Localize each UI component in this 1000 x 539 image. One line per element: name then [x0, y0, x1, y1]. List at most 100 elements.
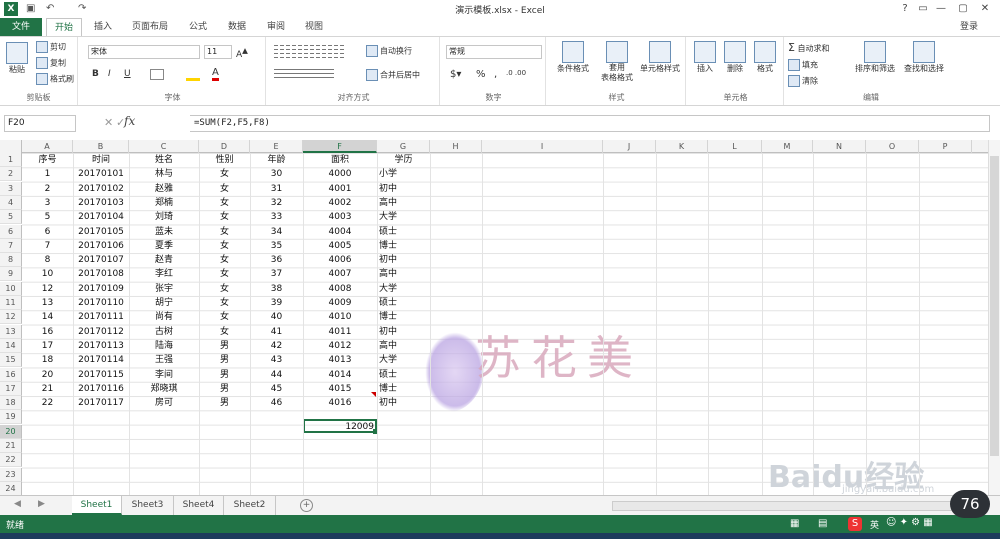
- cell[interactable]: 李红: [129, 267, 199, 281]
- sort-filter-button[interactable]: 排序和筛选: [852, 41, 898, 74]
- sheet-tab-sheet4[interactable]: Sheet4: [174, 496, 224, 515]
- cell[interactable]: 20170117: [73, 396, 129, 410]
- cell[interactable]: 郑晓琪: [129, 382, 199, 396]
- cell[interactable]: 男: [199, 396, 250, 410]
- cell[interactable]: 20170107: [73, 253, 129, 267]
- column-header-m[interactable]: M: [762, 140, 813, 153]
- cell[interactable]: 学历: [377, 153, 430, 167]
- cell[interactable]: 男: [199, 368, 250, 382]
- cell[interactable]: 女: [199, 282, 250, 296]
- cell[interactable]: 4012: [303, 339, 377, 353]
- cell[interactable]: 12: [22, 282, 73, 296]
- cell[interactable]: 46: [250, 396, 303, 410]
- cell[interactable]: 1: [22, 167, 73, 181]
- font-size-select[interactable]: 11: [204, 45, 232, 59]
- cell[interactable]: 39: [250, 296, 303, 310]
- tab-formulas[interactable]: 公式: [181, 18, 215, 36]
- row-header-21[interactable]: 21: [0, 439, 22, 453]
- cell[interactable]: 姓名: [129, 153, 199, 167]
- wrap-text-button[interactable]: 自动换行: [366, 45, 412, 57]
- cell[interactable]: 44: [250, 368, 303, 382]
- cell[interactable]: 时间: [73, 153, 129, 167]
- column-header-l[interactable]: L: [708, 140, 762, 153]
- row-header-7[interactable]: 7: [0, 238, 22, 253]
- cell[interactable]: 女: [199, 267, 250, 281]
- cell[interactable]: 女: [199, 325, 250, 339]
- clear-button[interactable]: 清除: [788, 75, 818, 87]
- bold-button[interactable]: B: [92, 69, 99, 79]
- formula-input[interactable]: =SUM(F2,F5,F8): [190, 115, 990, 132]
- cell[interactable]: 蓝未: [129, 225, 199, 239]
- cell[interactable]: 4001: [303, 182, 377, 196]
- cell[interactable]: 面积: [303, 153, 377, 167]
- column-header-j[interactable]: J: [603, 140, 656, 153]
- cell[interactable]: 20170112: [73, 325, 129, 339]
- cell[interactable]: 4011: [303, 325, 377, 339]
- autosum-button[interactable]: Σ 自动求和: [788, 41, 830, 54]
- cell[interactable]: 13: [22, 296, 73, 310]
- cell[interactable]: 4006: [303, 253, 377, 267]
- cell[interactable]: 胡宁: [129, 296, 199, 310]
- row-header-22[interactable]: 22: [0, 453, 22, 468]
- worksheet-grid[interactable]: ABCDEFGHIJKLMNOP 12009 苏花美 Baidu经验 jingy…: [0, 140, 990, 495]
- row-header-2[interactable]: 2: [0, 167, 22, 182]
- maximize-button[interactable]: ▢: [954, 1, 972, 17]
- row-header-3[interactable]: 3: [0, 181, 22, 196]
- minimize-button[interactable]: —: [932, 1, 950, 17]
- cell[interactable]: 女: [199, 310, 250, 324]
- row-header-12[interactable]: 12: [0, 310, 22, 325]
- format-as-table-button[interactable]: 套用 表格格式: [596, 41, 638, 83]
- cell[interactable]: 20170114: [73, 353, 129, 367]
- tab-review[interactable]: 审阅: [259, 18, 293, 36]
- cell[interactable]: 4004: [303, 225, 377, 239]
- cell[interactable]: 5: [22, 210, 73, 224]
- ime-toolbar-icons[interactable]: ☺ ✦ ⚙ ▦: [886, 517, 933, 528]
- cell[interactable]: 初中: [377, 396, 430, 410]
- row-header-6[interactable]: 6: [0, 224, 22, 239]
- borders-icon[interactable]: [150, 69, 164, 80]
- cell[interactable]: 20170115: [73, 368, 129, 382]
- column-header-k[interactable]: K: [656, 140, 708, 153]
- insert-function-button[interactable]: fx: [124, 114, 135, 128]
- login-link[interactable]: 登录: [952, 18, 986, 36]
- cell[interactable]: 42: [250, 339, 303, 353]
- column-header-o[interactable]: O: [866, 140, 919, 153]
- cell[interactable]: 20170116: [73, 382, 129, 396]
- cell[interactable]: 20170113: [73, 339, 129, 353]
- cell[interactable]: 17: [22, 339, 73, 353]
- row-header-8[interactable]: 8: [0, 253, 22, 268]
- cell[interactable]: 大学: [377, 282, 430, 296]
- tab-home[interactable]: 开始: [46, 18, 83, 36]
- cell[interactable]: 4016: [303, 396, 377, 410]
- cell[interactable]: 20170110: [73, 296, 129, 310]
- italic-button[interactable]: I: [108, 69, 111, 79]
- cell[interactable]: 20: [22, 368, 73, 382]
- row-header-13[interactable]: 13: [0, 324, 22, 339]
- row-header-1[interactable]: 1: [0, 153, 22, 167]
- cell[interactable]: 2: [22, 182, 73, 196]
- cell[interactable]: 20170108: [73, 267, 129, 281]
- cell[interactable]: 31: [250, 182, 303, 196]
- cell[interactable]: 男: [199, 353, 250, 367]
- cell[interactable]: 博士: [377, 239, 430, 253]
- vertical-align-icons[interactable]: [274, 45, 344, 59]
- format-painter-button[interactable]: 格式刷: [36, 73, 74, 85]
- cell[interactable]: 高中: [377, 196, 430, 210]
- cell[interactable]: 35: [250, 239, 303, 253]
- percent-button[interactable]: %: [476, 69, 486, 80]
- cell[interactable]: 20170111: [73, 310, 129, 324]
- column-header-i[interactable]: I: [482, 140, 603, 153]
- cell[interactable]: 赵青: [129, 253, 199, 267]
- cell-styles-button[interactable]: 单元格样式: [636, 41, 684, 74]
- tab-view[interactable]: 视图: [297, 18, 331, 36]
- cell[interactable]: 30: [250, 167, 303, 181]
- row-header-14[interactable]: 14: [0, 338, 22, 353]
- cell[interactable]: 博士: [377, 310, 430, 324]
- cell[interactable]: 14: [22, 310, 73, 324]
- column-header-p[interactable]: P: [919, 140, 972, 153]
- help-button[interactable]: ?: [896, 1, 914, 17]
- tab-file[interactable]: 文件: [0, 18, 42, 36]
- copy-button[interactable]: 复制: [36, 57, 66, 69]
- cell[interactable]: 4014: [303, 368, 377, 382]
- cell[interactable]: 女: [199, 210, 250, 224]
